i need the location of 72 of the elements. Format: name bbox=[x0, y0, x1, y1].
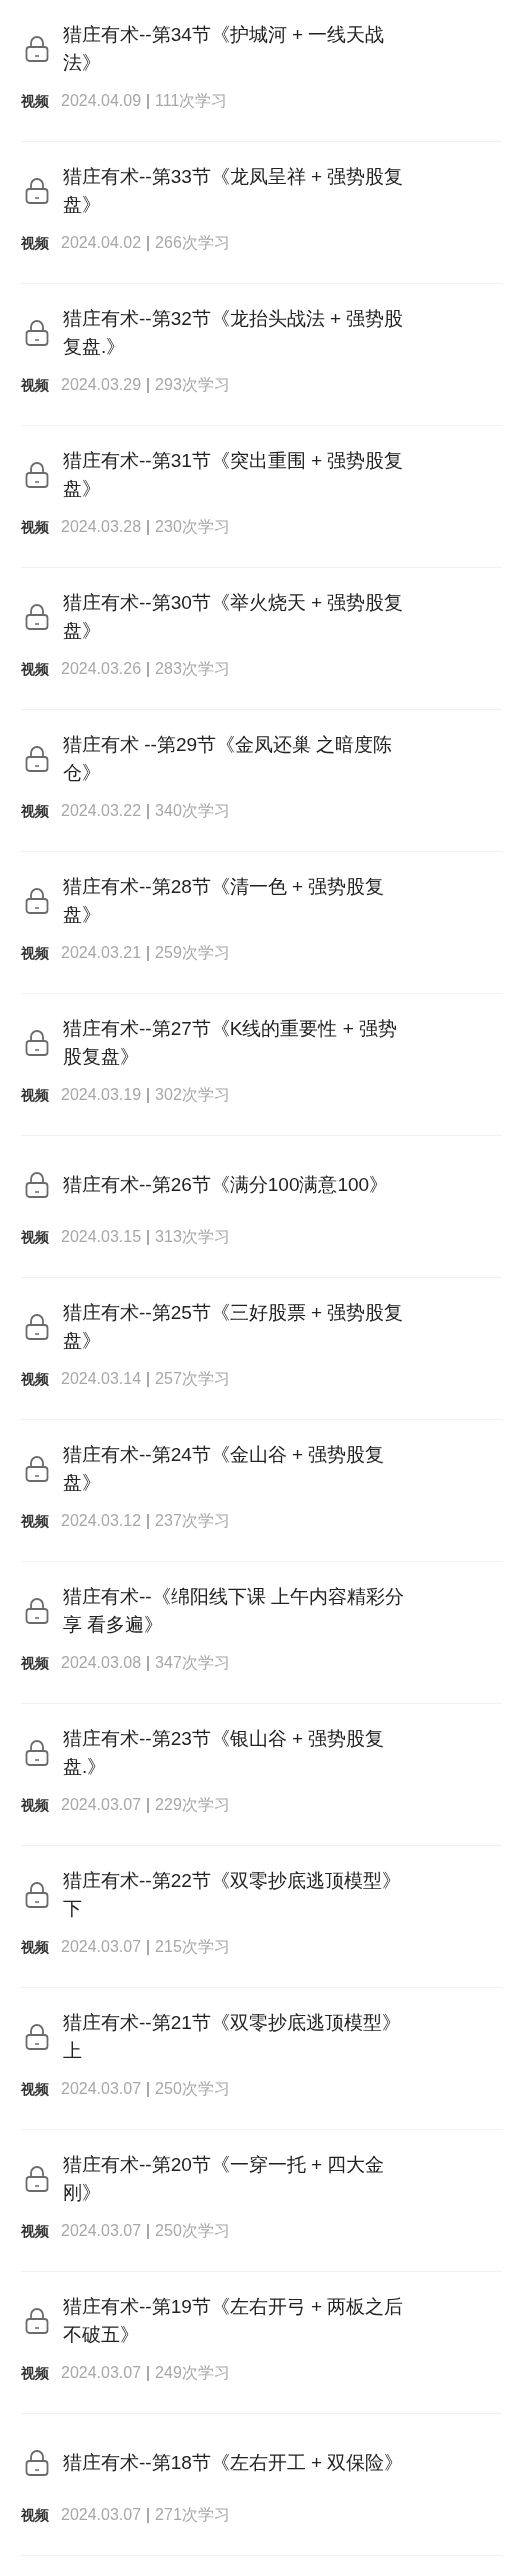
study-count: 257次学习 bbox=[155, 1369, 230, 1389]
lesson-title[interactable]: 猎庄有术--第20节《一穿一托 + 四大金刚》 bbox=[63, 2151, 413, 2207]
study-count: 215次学习 bbox=[155, 1937, 230, 1957]
study-count: 302次学习 bbox=[155, 1085, 230, 1105]
media-type: 视频 bbox=[21, 943, 49, 963]
lesson-title[interactable]: 猎庄有术--第34节《护城河 + 一线天战法》 bbox=[63, 21, 413, 77]
media-type: 视频 bbox=[21, 1227, 49, 1247]
lesson-title[interactable]: 猎庄有术--第18节《左右开工 + 双保险》 bbox=[63, 2449, 413, 2477]
study-count: 111次学习 bbox=[155, 91, 228, 111]
study-count: 313次学习 bbox=[155, 1227, 230, 1247]
study-count: 340次学习 bbox=[155, 801, 230, 821]
media-type: 视频 bbox=[21, 1369, 49, 1389]
lesson-title[interactable]: 猎庄有术--第27节《K线的重要性 + 强势股复盘》 bbox=[63, 1015, 413, 1071]
lesson-title[interactable]: 猎庄有术--第24节《金山谷 + 强势股复盘》 bbox=[63, 1441, 413, 1497]
lesson-title[interactable]: 猎庄有术--第21节《双零抄底逃顶模型》上 bbox=[63, 2009, 413, 2065]
media-type: 视频 bbox=[21, 801, 49, 821]
media-type: 视频 bbox=[21, 233, 49, 253]
media-type: 视频 bbox=[21, 1795, 49, 1815]
lesson-title[interactable]: 猎庄有术 --第29节《金凤还巢 之暗度陈仓》 bbox=[63, 731, 413, 787]
media-type: 视频 bbox=[21, 375, 49, 395]
media-type: 视频 bbox=[21, 91, 49, 111]
lesson-date: 2024.03.22 bbox=[61, 801, 142, 821]
lesson-title[interactable]: 猎庄有术--第28节《清一色 + 强势股复盘》 bbox=[63, 873, 413, 929]
lesson-date: 2024.03.07 bbox=[61, 2079, 142, 2099]
lesson-date: 2024.03.12 bbox=[61, 1511, 142, 1531]
study-count: 271次学习 bbox=[155, 2505, 230, 2525]
lesson-date: 2024.03.14 bbox=[61, 1369, 142, 1389]
lesson-date: 2024.03.07 bbox=[61, 2505, 142, 2525]
lesson-title[interactable]: 猎庄有术--第32节《龙抬头战法 + 强势股复盘.》 bbox=[63, 305, 413, 361]
media-type: 视频 bbox=[21, 2363, 49, 2383]
study-count: 230次学习 bbox=[155, 517, 230, 537]
study-count: 259次学习 bbox=[155, 943, 230, 963]
media-type: 视频 bbox=[21, 1653, 49, 1673]
study-count: 237次学习 bbox=[155, 1511, 230, 1531]
lesson-date: 2024.03.26 bbox=[61, 659, 142, 679]
lesson-date: 2024.03.15 bbox=[61, 1227, 142, 1247]
lesson-date: 2024.03.07 bbox=[61, 1937, 142, 1957]
lesson-title[interactable]: 猎庄有术--第25节《三好股票 + 强势股复盘》 bbox=[63, 1299, 413, 1355]
lesson-title[interactable]: 猎庄有术--第31节《突出重围 + 强势股复盘》 bbox=[63, 447, 413, 503]
study-count: 293次学习 bbox=[155, 375, 230, 395]
lesson-date: 2024.04.09 bbox=[61, 91, 142, 111]
study-count: 250次学习 bbox=[155, 2221, 230, 2241]
lesson-date: 2024.03.08 bbox=[61, 1653, 142, 1673]
lesson-title[interactable]: 猎庄有术--《绵阳线下课 上午内容精彩分享 看多遍》 bbox=[63, 1583, 413, 1639]
lesson-date: 2024.03.07 bbox=[61, 1795, 142, 1815]
study-count: 347次学习 bbox=[155, 1653, 230, 1673]
study-count: 266次学习 bbox=[155, 233, 230, 253]
lesson-date: 2024.03.29 bbox=[61, 375, 142, 395]
study-count: 249次学习 bbox=[155, 2363, 230, 2383]
lesson-title[interactable]: 猎庄有术--第30节《举火烧天 + 强势股复盘》 bbox=[63, 589, 413, 645]
lesson-date: 2024.04.02 bbox=[61, 233, 142, 253]
lesson-title[interactable]: 猎庄有术--第22节《双零抄底逃顶模型》下 bbox=[63, 1867, 413, 1923]
lesson-date: 2024.03.07 bbox=[61, 2221, 142, 2241]
media-type: 视频 bbox=[21, 2221, 49, 2241]
media-type: 视频 bbox=[21, 1937, 49, 1957]
study-count: 250次学习 bbox=[155, 2079, 230, 2099]
media-type: 视频 bbox=[21, 2505, 49, 2525]
lesson-date: 2024.03.07 bbox=[61, 2363, 142, 2383]
study-count: 229次学习 bbox=[155, 1795, 230, 1815]
media-type: 视频 bbox=[21, 1511, 49, 1531]
lesson-title[interactable]: 猎庄有术--第33节《龙凤呈祥 + 强势股复盘》 bbox=[63, 163, 413, 219]
media-type: 视频 bbox=[21, 659, 49, 679]
media-type: 视频 bbox=[21, 1085, 49, 1105]
media-type: 视频 bbox=[21, 517, 49, 537]
lesson-date: 2024.03.21 bbox=[61, 943, 142, 963]
lesson-title[interactable]: 猎庄有术--第19节《左右开弓 + 两板之后不破五》 bbox=[63, 2293, 413, 2349]
media-type: 视频 bbox=[21, 2079, 49, 2099]
lesson-title[interactable]: 猎庄有术--第23节《银山谷 + 强势股复盘.》 bbox=[63, 1725, 413, 1781]
lesson-date: 2024.03.28 bbox=[61, 517, 142, 537]
lesson-title[interactable]: 猎庄有术--第26节《满分100满意100》 bbox=[63, 1171, 413, 1199]
lesson-date: 2024.03.19 bbox=[61, 1085, 142, 1105]
study-count: 283次学习 bbox=[155, 659, 230, 679]
